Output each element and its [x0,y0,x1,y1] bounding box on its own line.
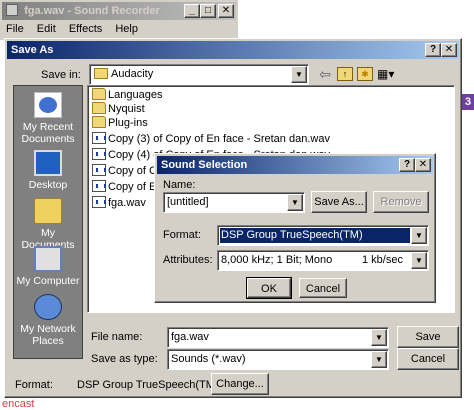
chevron-down-icon[interactable]: ▼ [291,66,307,83]
attributes-value: 8,000 kHz; 1 Bit; Mono [221,254,333,266]
file-name-label: File name: [91,331,143,343]
name-value: [untitled] [167,196,209,208]
view-menu-icon[interactable]: ▦▾ [377,66,399,82]
save-as-type-combo[interactable]: Sounds (*.wav) ▼ [167,349,389,370]
maximize-button[interactable]: □ [200,4,216,18]
wav-file-icon [92,180,106,192]
attributes-rate: 1 kb/sec [362,254,403,266]
save-in-label: Save in: [41,69,81,81]
network-places-icon [34,294,62,320]
close-button[interactable]: ✕ [441,43,457,57]
place-recent-documents[interactable]: My Recent Documents [14,92,82,145]
wav-file-icon [92,196,106,208]
place-my-documents[interactable]: My Documents [14,198,82,251]
file-name-combo[interactable]: fga.wav ▼ [167,327,389,348]
help-button[interactable]: ? [425,43,441,57]
save-button[interactable]: Save [397,326,459,348]
menu-file[interactable]: File [6,23,24,35]
list-item[interactable]: Copy (3) of Copy of En face - Sretan dan… [92,132,330,146]
format-value: DSP Group TrueSpeech(TM) [221,229,363,241]
sound-recorder-menubar: File Edit Effects Help [6,22,234,38]
save-in-value: Audacity [94,68,153,80]
chevron-down-icon[interactable]: ▼ [411,227,427,244]
list-item[interactable]: Languages [92,88,162,102]
list-item[interactable]: Plug-ins [92,116,148,130]
new-folder-icon[interactable]: ✱ [357,67,373,81]
cancel-button[interactable]: Cancel [397,348,459,370]
attributes-label: Attributes: [163,254,213,266]
help-button[interactable]: ? [399,158,415,172]
menu-effects[interactable]: Effects [69,23,102,35]
background-text: encast [2,398,35,410]
up-folder-icon[interactable]: ↑ [337,67,353,81]
change-button[interactable]: Change... [211,373,269,395]
list-item[interactable]: Nyquist [92,102,145,116]
place-desktop[interactable]: Desktop [14,150,82,191]
file-name-input[interactable]: fga.wav [171,331,209,343]
format-label: Format: [15,379,53,391]
wav-file-icon [92,132,106,144]
save-as-title: Save As [11,44,54,56]
folder-icon [92,116,106,128]
chevron-down-icon[interactable]: ▼ [371,329,387,346]
sound-recorder-titlebar: fga.wav - Sound Recorder _ □ ✕ [2,2,236,20]
place-my-computer[interactable]: My Computer [14,246,82,287]
sound-selection-title: Sound Selection [161,159,248,171]
chevron-down-icon[interactable]: ▼ [371,351,387,368]
folder-icon [92,102,106,114]
recent-documents-icon [34,92,62,118]
sound-recorder-title: fga.wav - Sound Recorder [24,5,160,17]
sound-selection-dialog: Sound Selection ? ✕ Name: [untitled] ▼ S… [154,153,436,303]
save-as-titlebar: Save As ? ✕ [7,41,459,59]
place-network-places[interactable]: My Network Places [14,294,82,347]
cancel-button[interactable]: Cancel [299,278,347,298]
attributes-combo[interactable]: 8,000 kHz; 1 Bit; Mono 1 kb/sec ▼ [217,250,429,271]
save-as-button[interactable]: Save As... [311,191,367,213]
format-label: Format: [163,229,201,241]
ok-button[interactable]: OK [246,277,292,299]
chevron-down-icon[interactable]: ▼ [287,194,303,211]
wav-file-icon [92,164,106,176]
close-button[interactable]: ✕ [218,4,234,18]
back-arrow-icon[interactable]: ⇦ [317,66,333,82]
my-documents-icon [34,198,62,224]
folder-icon [92,88,106,100]
minimize-button[interactable]: _ [184,4,200,18]
name-combo[interactable]: [untitled] ▼ [163,192,305,213]
my-computer-icon [34,246,62,272]
name-label: Name: [163,179,196,191]
list-item[interactable]: fga.wav [92,196,146,210]
sound-recorder-icon [6,4,18,16]
remove-button[interactable]: Remove [373,191,429,213]
chevron-down-icon[interactable]: ▼ [411,252,427,269]
places-bar: My Recent Documents Desktop My Documents… [13,85,83,359]
sound-selection-titlebar: Sound Selection ? ✕ [157,156,433,174]
sound-recorder-window: fga.wav - Sound Recorder _ □ ✕ File Edit… [0,0,238,40]
close-button[interactable]: ✕ [415,158,431,172]
folder-icon [94,68,108,79]
save-as-type-value: Sounds (*.wav) [171,353,246,365]
format-combo[interactable]: DSP Group TrueSpeech(TM) ▼ [217,225,429,246]
save-in-combo[interactable]: Audacity ▼ [89,64,309,85]
wav-file-icon [92,148,106,160]
desktop-icon [34,150,62,176]
menu-edit[interactable]: Edit [37,23,56,35]
background-badge: 3 [462,94,474,110]
menu-help[interactable]: Help [115,23,138,35]
save-as-type-label: Save as type: [91,353,158,365]
